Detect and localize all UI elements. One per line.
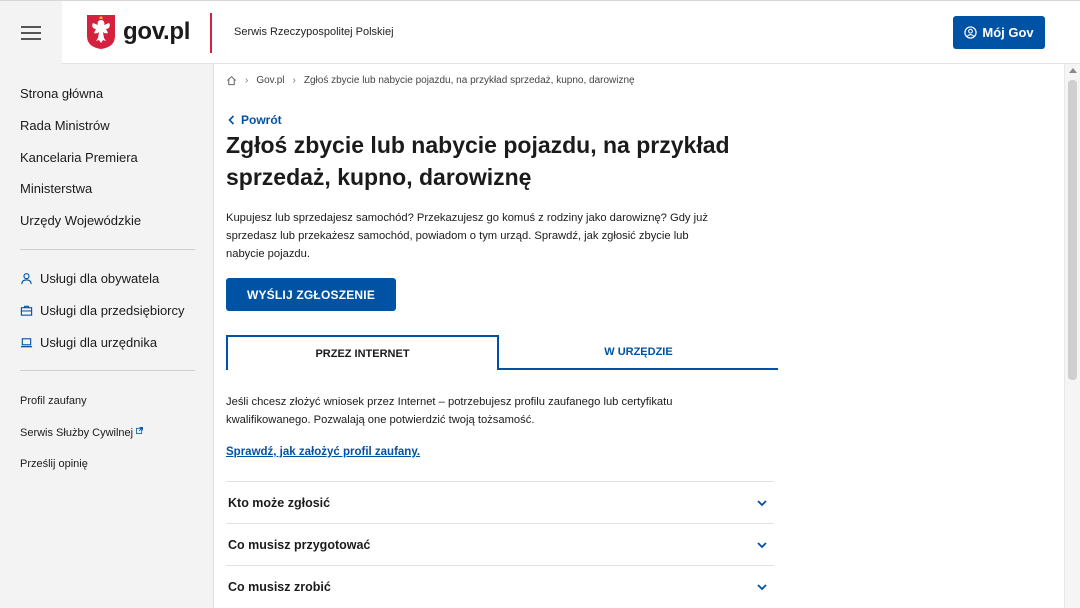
chevron-down-icon xyxy=(757,583,767,590)
breadcrumb-gov-link[interactable]: Gov.pl xyxy=(256,75,284,86)
scroll-up-arrow-icon[interactable] xyxy=(1069,68,1077,73)
tab-description-line: Jeśli chcesz złożyć wniosek przez Intern… xyxy=(226,396,673,408)
scroll-thumb[interactable] xyxy=(1068,80,1077,380)
sidebar-item-ministerstwa[interactable]: Ministerstwa xyxy=(20,181,92,196)
hamburger-icon xyxy=(21,22,41,44)
logo-text: gov.pl xyxy=(123,18,191,45)
sidebar-divider xyxy=(20,249,195,250)
person-icon xyxy=(21,273,32,285)
accordion-kto-moze-zglosic[interactable]: Kto może zgłosić xyxy=(226,481,774,523)
accordion-co-musisz-zrobic[interactable]: Co musisz zrobić xyxy=(226,565,774,607)
eagle-emblem-icon xyxy=(87,15,115,49)
sidebar-item-label: Usługi dla przedsiębiorcy xyxy=(40,303,185,318)
profile-howto-link[interactable]: Sprawdź, jak założyć profil zaufany. xyxy=(226,446,420,458)
intro-line: Kupujesz lub sprzedajesz samochód? Przek… xyxy=(226,212,708,224)
chevron-down-icon xyxy=(757,499,767,506)
accordion-label: Co musisz przygotować xyxy=(228,537,371,552)
moj-gov-button[interactable]: Mój Gov xyxy=(953,16,1045,49)
gov-logo[interactable]: gov.pl xyxy=(86,14,190,50)
sidebar-item-kancelaria-premiera[interactable]: Kancelaria Premiera xyxy=(20,150,138,165)
top-header: gov.pl Serwis Rzeczypospolitej Polskiej … xyxy=(0,0,1080,64)
back-label: Powrót xyxy=(241,113,282,127)
tab-description-line: kwalifikowanego. Pozwalają one potwierdz… xyxy=(226,414,535,426)
service-name: Serwis Rzeczypospolitej Polskiej xyxy=(234,26,394,38)
page-title-line: sprzedaż, kupno, darowiznę xyxy=(226,164,532,190)
sidebar-item-przeslij-opinie[interactable]: Prześlij opinię xyxy=(20,458,88,470)
chevron-right-icon: › xyxy=(292,75,296,86)
page-title-line: Zgłoś zbycie lub nabycie pojazdu, na prz… xyxy=(226,132,730,158)
external-link-icon xyxy=(136,427,144,434)
chevron-right-icon: › xyxy=(245,75,249,86)
laptop-icon xyxy=(20,338,33,348)
sidebar-item-label: Serwis Służby Cywilnej xyxy=(20,427,134,439)
moj-gov-label: Mój Gov xyxy=(982,25,1034,40)
sidebar-item-profil-zaufany[interactable]: Profil zaufany xyxy=(20,395,87,407)
sidebar-item-uslugi-urzednika[interactable]: Usługi dla urzędnika xyxy=(20,335,157,350)
menu-button[interactable] xyxy=(0,1,62,64)
sidebar-item-label: Usługi dla urzędnika xyxy=(40,335,158,350)
sidebar-item-uslugi-obywatela[interactable]: Usługi dla obywatela xyxy=(20,271,159,286)
breadcrumb-current: Zgłoś zbycie lub nabycie pojazdu, na prz… xyxy=(303,75,635,86)
sidebar-item-rada-ministrow[interactable]: Rada Ministrów xyxy=(20,118,110,133)
tab-w-urzedzie[interactable]: W URZĘDZIE xyxy=(499,335,778,368)
sidebar-item-serwis-sluzby-cywilnej[interactable]: Serwis Służby Cywilnej xyxy=(20,427,144,439)
tab-przez-internet[interactable]: PRZEZ INTERNET xyxy=(226,335,499,370)
sidebar-item-label: Usługi dla obywatela xyxy=(40,271,160,286)
accordion-co-musisz-przygotowac[interactable]: Co musisz przygotować xyxy=(226,523,774,565)
page-title: Zgłoś zbycie lub nabycie pojazdu, na prz… xyxy=(226,129,786,193)
sidebar-item-urzedy-wojewodzkie[interactable]: Urzędy Wojewódzkie xyxy=(20,213,141,228)
home-icon[interactable] xyxy=(226,75,237,86)
user-circle-icon xyxy=(964,26,978,39)
intro-line: nabycie pojazdu. xyxy=(226,248,310,260)
sidebar-item-uslugi-przedsiebiorcy[interactable]: Usługi dla przedsiębiorcy xyxy=(20,303,185,318)
intro-line: sprzedasz lub przekażesz samochód, powia… xyxy=(226,230,689,242)
back-link[interactable]: Powrót xyxy=(228,113,282,127)
breadcrumb: › Gov.pl › Zgłoś zbycie lub nabycie poja… xyxy=(226,75,635,86)
chevron-down-icon xyxy=(757,541,767,548)
accordion-label: Kto może zgłosić xyxy=(228,495,331,510)
send-report-button[interactable]: WYŚLIJ ZGŁOSZENIE xyxy=(226,278,396,311)
briefcase-icon xyxy=(20,305,33,316)
accordion-label: Co musisz zrobić xyxy=(228,579,331,594)
tab-description: Jeśli chcesz złożyć wniosek przez Intern… xyxy=(226,393,746,429)
sidebar-divider xyxy=(20,370,195,371)
intro-text: Kupujesz lub sprzedajesz samochód? Przek… xyxy=(226,209,766,263)
chevron-left-icon xyxy=(228,115,235,125)
page-scrollbar[interactable] xyxy=(1064,64,1080,608)
sidebar: Strona główna Rada Ministrów Kancelaria … xyxy=(0,64,214,608)
header-divider xyxy=(210,13,212,53)
sidebar-item-strona-glowna[interactable]: Strona główna xyxy=(20,86,103,101)
